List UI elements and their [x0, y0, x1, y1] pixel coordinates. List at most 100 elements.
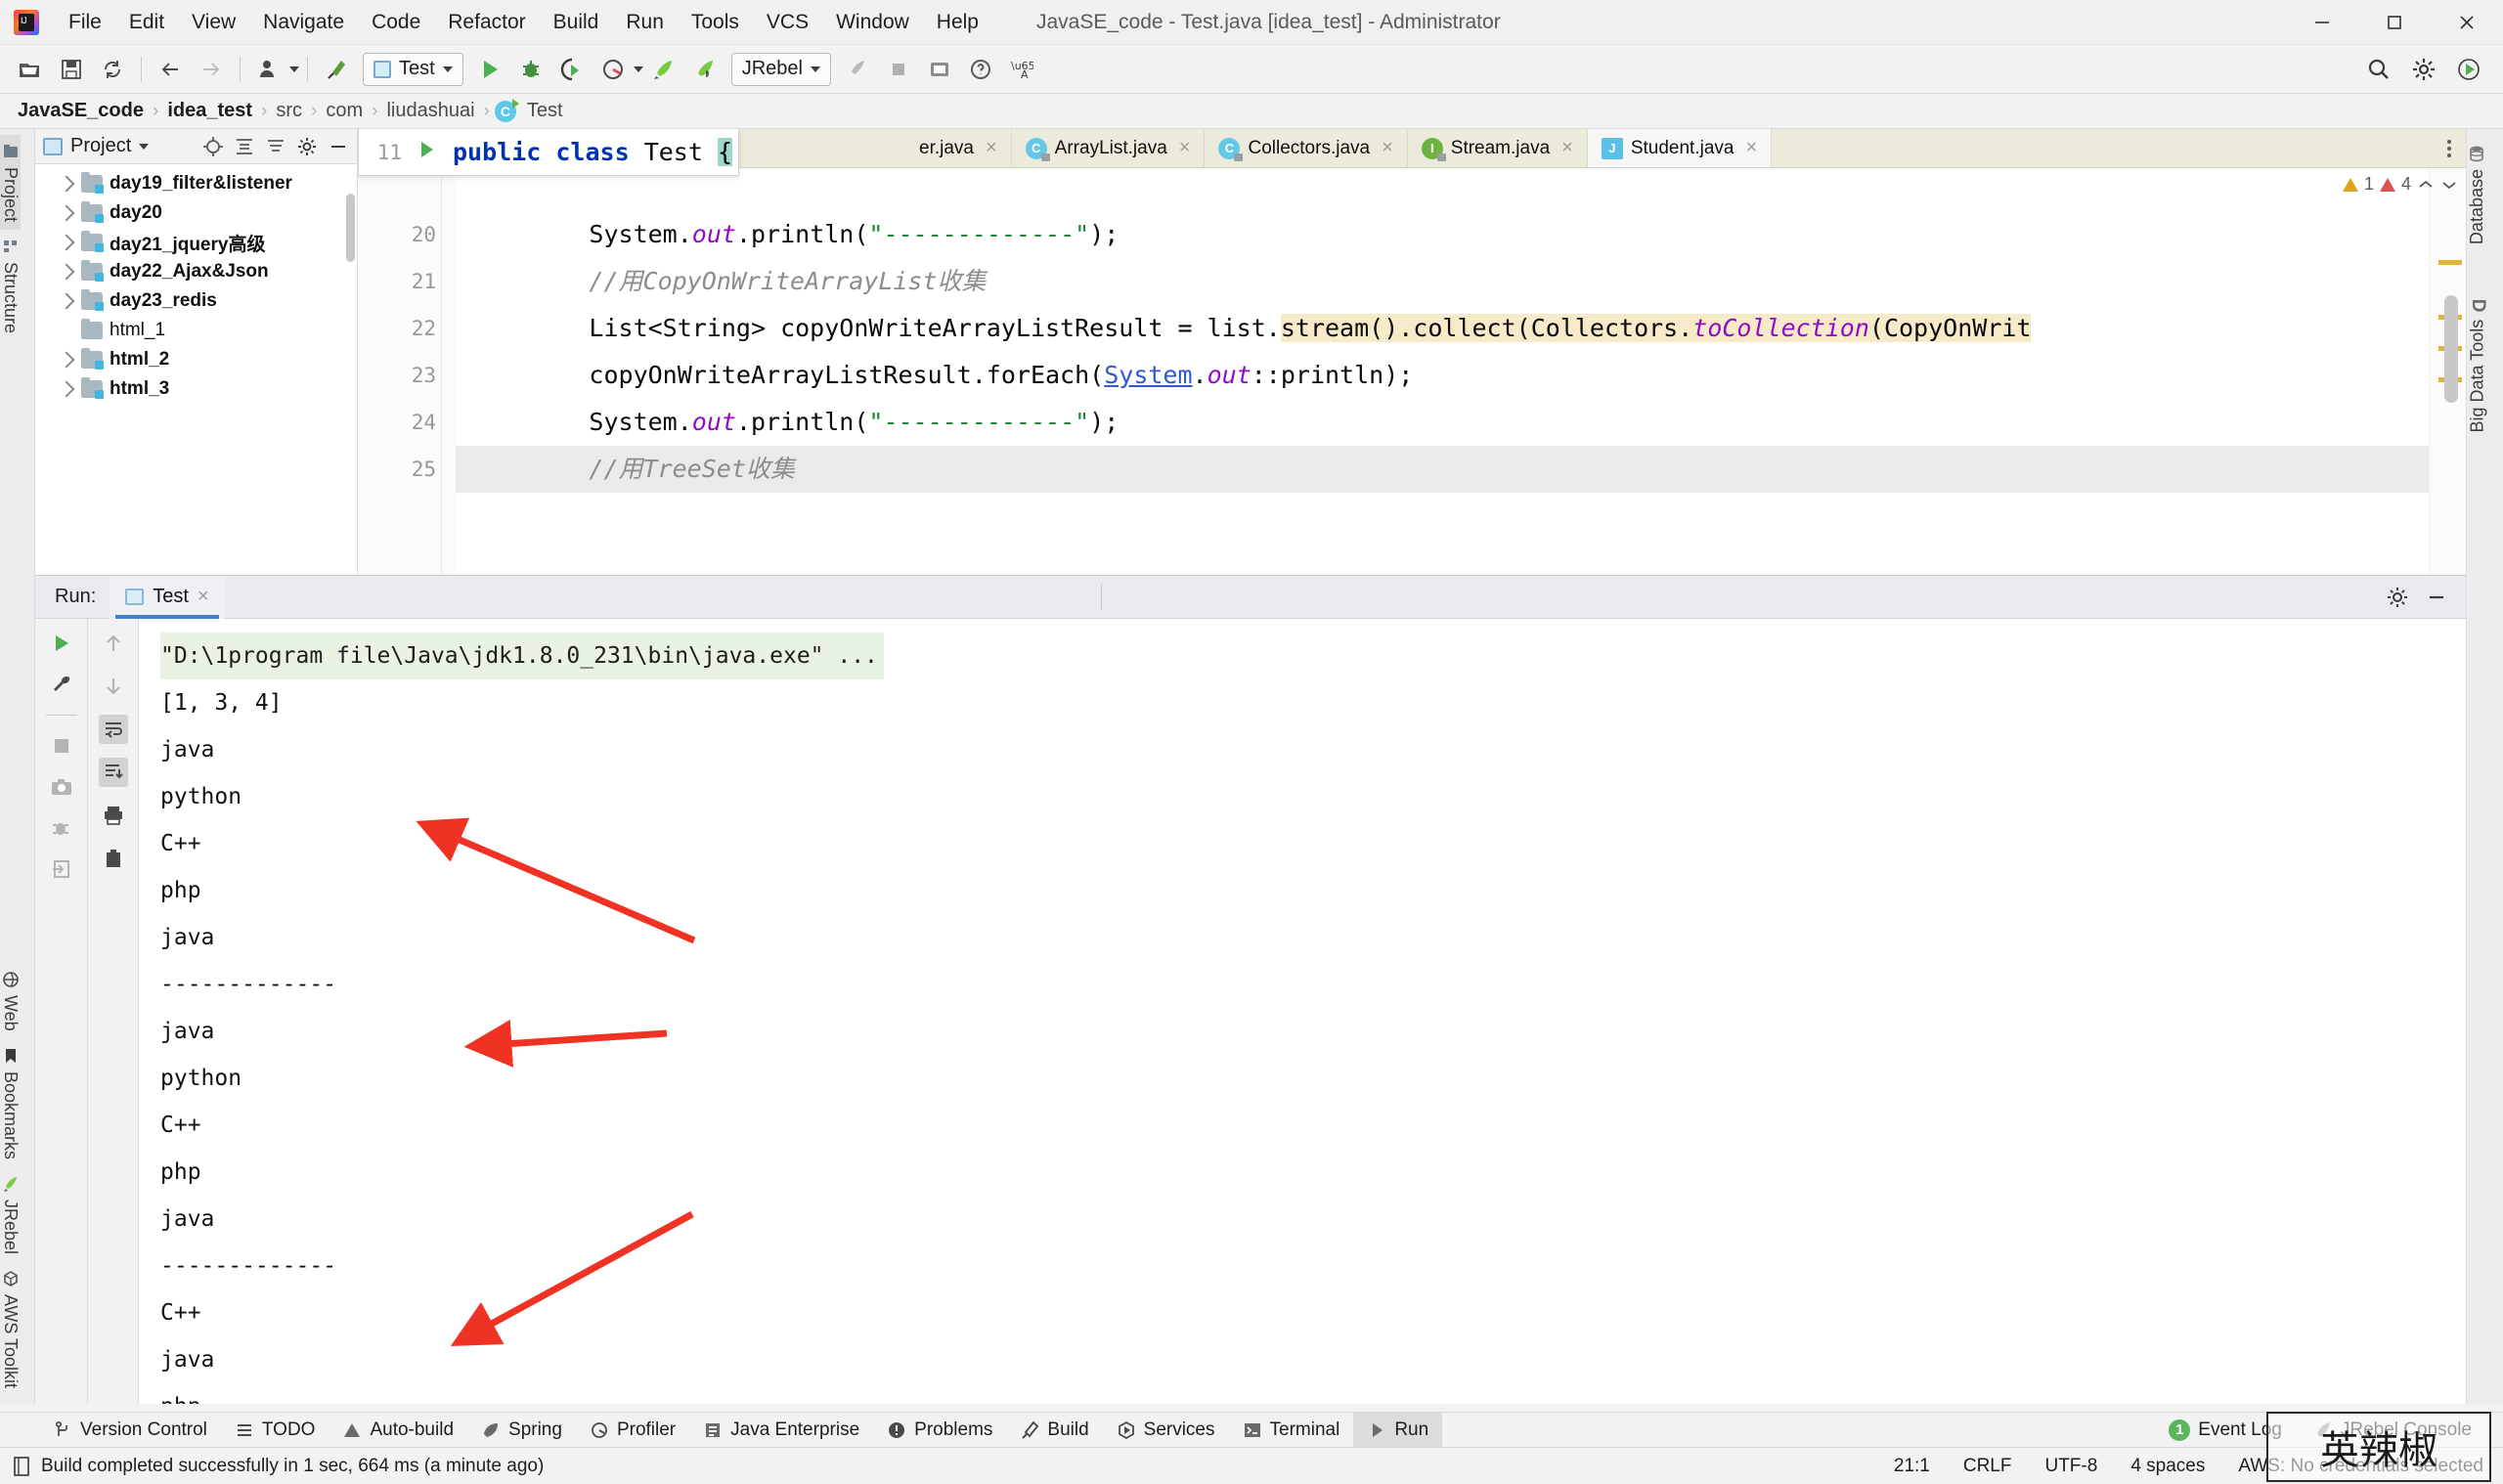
- chevron-right-icon[interactable]: [58, 204, 75, 222]
- tree-item[interactable]: day19_filter&listener: [35, 169, 357, 198]
- debug-icon[interactable]: [512, 51, 549, 88]
- close-icon[interactable]: ×: [1179, 137, 1191, 159]
- breadcrumb-item-package[interactable]: liudashuai: [382, 98, 478, 124]
- sidebar-item-big-data-tools[interactable]: Big Data Tools D: [2467, 291, 2489, 440]
- hide-icon[interactable]: [328, 136, 349, 157]
- debug-off-icon[interactable]: [47, 813, 76, 843]
- chevron-right-icon[interactable]: [58, 234, 75, 251]
- chevron-down-icon[interactable]: [2440, 176, 2458, 194]
- tab-collectors-java[interactable]: C Collectors.java ×: [1205, 129, 1408, 167]
- menu-file[interactable]: File: [55, 7, 115, 38]
- tab-stream-java[interactable]: I Stream.java ×: [1407, 129, 1588, 167]
- expand-icon[interactable]: [265, 136, 286, 157]
- breadcrumb-item-class[interactable]: Test: [523, 98, 567, 124]
- build-hammer-icon[interactable]: [318, 51, 355, 88]
- gear-icon[interactable]: [296, 136, 318, 157]
- close-icon[interactable]: ×: [1561, 137, 1573, 159]
- chevron-up-icon[interactable]: [2417, 176, 2435, 194]
- tool-window-services[interactable]: Services: [1103, 1413, 1229, 1448]
- run-configuration-selector[interactable]: Test: [363, 52, 463, 86]
- tree-item[interactable]: day23_redis: [35, 286, 357, 316]
- menu-view[interactable]: View: [178, 7, 249, 38]
- sidebar-item-bookmarks[interactable]: Bookmarks: [0, 1039, 21, 1167]
- breadcrumb-item-com[interactable]: com: [322, 98, 367, 124]
- project-tree-scrollbar[interactable]: [346, 194, 355, 262]
- menu-build[interactable]: Build: [540, 7, 613, 38]
- save-icon[interactable]: [53, 51, 90, 88]
- profiler-icon[interactable]: [594, 51, 632, 88]
- sync-icon[interactable]: [94, 51, 131, 88]
- print-icon[interactable]: [99, 801, 128, 830]
- sidebar-item-structure[interactable]: Structure: [0, 230, 21, 341]
- jrebel-debug-icon[interactable]: [686, 51, 724, 88]
- run-tab-test[interactable]: Test ×: [110, 575, 225, 619]
- help-circle-icon[interactable]: [962, 51, 999, 88]
- menu-refactor[interactable]: Refactor: [434, 7, 539, 38]
- scroll-to-end-icon[interactable]: [98, 758, 128, 787]
- jrebel-extra-icon[interactable]: [839, 51, 876, 88]
- trash-icon[interactable]: [99, 844, 128, 873]
- menu-code[interactable]: Code: [358, 7, 434, 38]
- jrebel-selector[interactable]: JRebel: [730, 52, 831, 86]
- translate-icon[interactable]: \u6587A: [1003, 51, 1040, 88]
- tool-window-java-enterprise[interactable]: Java Enterprise: [689, 1413, 873, 1448]
- project-scope-dropdown-icon[interactable]: [139, 143, 150, 150]
- tool-window-build[interactable]: Build: [1006, 1413, 1102, 1448]
- run-gutter-icon[interactable]: [416, 139, 437, 165]
- export-icon[interactable]: [47, 854, 76, 884]
- menu-run[interactable]: Run: [612, 7, 678, 38]
- sidebar-item-jrebel[interactable]: JRebel: [0, 1167, 21, 1262]
- up-arrow-icon[interactable]: [99, 629, 128, 658]
- gear-icon[interactable]: [2405, 51, 2442, 88]
- menu-navigate[interactable]: Navigate: [249, 7, 358, 38]
- tab-arraylist-java[interactable]: C ArrayList.java ×: [1011, 129, 1206, 167]
- tab-er-java[interactable]: er.java ×: [905, 129, 1012, 167]
- close-button[interactable]: [2431, 0, 2503, 45]
- collapse-all-icon[interactable]: [234, 136, 255, 157]
- menu-tools[interactable]: Tools: [678, 7, 753, 38]
- chevron-right-icon[interactable]: [58, 380, 75, 398]
- tab-student-java[interactable]: J Student.java ×: [1587, 129, 1773, 167]
- search-icon[interactable]: [2360, 51, 2397, 88]
- tool-window-problems[interactable]: Problems: [873, 1413, 1006, 1448]
- stop-icon[interactable]: [880, 51, 917, 88]
- more-vertical-icon[interactable]: [2446, 137, 2452, 160]
- file-encoding[interactable]: UTF-8: [2044, 1456, 2097, 1477]
- gear-icon[interactable]: [2386, 586, 2409, 609]
- menu-help[interactable]: Help: [923, 7, 992, 38]
- locate-icon[interactable]: [202, 136, 224, 157]
- marker[interactable]: [2438, 260, 2462, 265]
- close-icon[interactable]: ×: [1382, 137, 1393, 159]
- close-icon[interactable]: ×: [986, 137, 997, 159]
- camera-icon[interactable]: [47, 772, 76, 802]
- tool-window-auto-build[interactable]: Auto-build: [329, 1413, 467, 1448]
- tool-window-version-control[interactable]: Version Control: [39, 1413, 221, 1448]
- sidebar-item-database[interactable]: Database: [2467, 137, 2487, 252]
- editor-vertical-scrollbar[interactable]: [2444, 295, 2458, 403]
- close-icon[interactable]: ×: [1745, 137, 1757, 159]
- tree-item[interactable]: day21_jquery高级: [35, 228, 357, 257]
- sidebar-item-aws-toolkit[interactable]: AWS Toolkit: [0, 1262, 21, 1396]
- back-arrow-icon[interactable]: [152, 51, 189, 88]
- run-icon[interactable]: [471, 51, 508, 88]
- chevron-down-icon[interactable]: [810, 65, 820, 72]
- down-arrow-icon[interactable]: [99, 672, 128, 701]
- stop-icon[interactable]: [47, 731, 76, 761]
- maximize-button[interactable]: [2358, 0, 2431, 45]
- chevron-right-icon[interactable]: [58, 351, 75, 369]
- line-separator[interactable]: CRLF: [1963, 1456, 2012, 1477]
- breadcrumb-item-module[interactable]: idea_test: [163, 98, 256, 124]
- rerun-icon[interactable]: [47, 629, 76, 658]
- soft-wrap-icon[interactable]: [98, 715, 128, 744]
- menu-vcs[interactable]: VCS: [753, 7, 822, 38]
- inspection-widget[interactable]: 1 4: [2342, 174, 2458, 195]
- eye-icon[interactable]: [921, 51, 958, 88]
- play-green-icon[interactable]: [2450, 51, 2487, 88]
- run-with-coverage-icon[interactable]: [553, 51, 591, 88]
- tree-item[interactable]: html_2: [35, 345, 357, 374]
- breadcrumb-item-src[interactable]: src: [272, 98, 306, 124]
- tool-window-run[interactable]: Run: [1353, 1412, 1443, 1448]
- chevron-right-icon[interactable]: [58, 175, 75, 193]
- open-folder-icon[interactable]: [12, 51, 49, 88]
- caret-position[interactable]: 21:1: [1894, 1456, 1930, 1477]
